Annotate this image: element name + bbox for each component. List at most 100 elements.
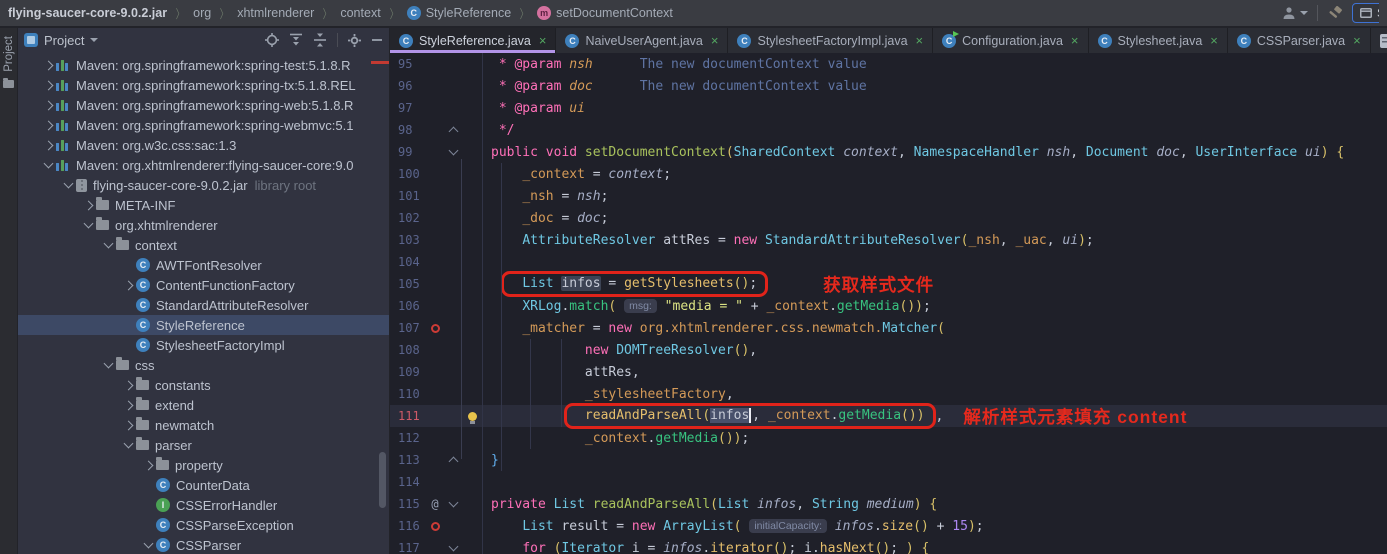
tree-item-parser[interactable]: parser [18, 435, 389, 455]
chevron-down-icon[interactable] [83, 219, 93, 229]
line-number[interactable]: 108 [390, 343, 426, 357]
line-number[interactable]: 103 [390, 233, 426, 247]
run-configuration-button[interactable]: S [1352, 3, 1379, 23]
code-line-96[interactable]: 96 * @param doc The new documentContext … [390, 75, 1387, 97]
code-line-107[interactable]: 107 _matcher = new org.xhtmlrenderer.css… [390, 317, 1387, 339]
fold-up-icon[interactable] [448, 127, 458, 137]
tree-item-standardattributeresolver[interactable]: CStandardAttributeResolver [18, 295, 389, 315]
line-number[interactable]: 101 [390, 189, 426, 203]
code-line-110[interactable]: 110 _stylesheetFactory, [390, 383, 1387, 405]
tree-item-stylereference[interactable]: CStyleReference [18, 315, 389, 335]
chevron-right-icon[interactable] [43, 80, 53, 90]
intention-bulb-icon[interactable] [468, 412, 477, 421]
chevron-down-icon[interactable] [63, 179, 73, 189]
chevron-right-icon[interactable] [123, 280, 133, 290]
line-number[interactable]: 115 [390, 497, 426, 511]
code-line-103[interactable]: 103 AttributeResolver attRes = new Stand… [390, 229, 1387, 251]
tab-xhtmlrendere[interactable]: xhtmlrendere× [1371, 28, 1387, 53]
code-line-98[interactable]: 98 */ [390, 119, 1387, 141]
code-line-113[interactable]: 113} [390, 449, 1387, 471]
breakpoint-ring-icon[interactable] [431, 324, 440, 333]
settings-gear-button[interactable] [348, 34, 361, 47]
code-line-109[interactable]: 109 attRes, [390, 361, 1387, 383]
chevron-down-icon[interactable] [123, 439, 133, 449]
chevron-down-icon[interactable] [90, 38, 98, 46]
breadcrumb-item[interactable]: context [340, 6, 380, 20]
line-number[interactable]: 95 [390, 57, 426, 71]
line-number[interactable]: 111 [390, 409, 426, 423]
tree-item-counterdata[interactable]: CCounterData [18, 475, 389, 495]
fold-up-icon[interactable] [448, 457, 458, 467]
chevron-down-icon[interactable] [43, 159, 53, 169]
chevron-right-icon[interactable] [43, 120, 53, 130]
line-number[interactable]: 100 [390, 167, 426, 181]
tree-item-maven-org-springframework-spring-web-5-1[interactable]: Maven: org.springframework:spring-web:5.… [18, 95, 389, 115]
tree-scrollbar[interactable] [379, 452, 386, 508]
tree-item-cssparseexception[interactable]: CCSSParseException [18, 515, 389, 535]
code-editor[interactable]: 95 * @param nsh The new documentContext … [390, 53, 1387, 554]
chevron-right-icon[interactable] [43, 100, 53, 110]
code-line-112[interactable]: 112 _context.getMedia()); [390, 427, 1387, 449]
project-panel-title[interactable]: Project [44, 33, 84, 48]
chevron-right-icon[interactable] [143, 460, 153, 470]
tree-item-meta-inf[interactable]: META-INF [18, 195, 389, 215]
tree-item-stylesheetfactoryimpl[interactable]: CStylesheetFactoryImpl [18, 335, 389, 355]
chevron-right-icon[interactable] [83, 200, 93, 210]
chevron-right-icon[interactable] [123, 420, 133, 430]
breadcrumb-item[interactable]: xhtmlrenderer [237, 6, 314, 20]
breadcrumb-item[interactable]: flying-saucer-core-9.0.2.jar [8, 6, 167, 20]
line-number[interactable]: 112 [390, 431, 426, 445]
code-line-104[interactable]: 104 [390, 251, 1387, 273]
code-line-100[interactable]: 100 _context = context; [390, 163, 1387, 185]
tree-item-maven-org-springframework-spring-tx-5-1-[interactable]: Maven: org.springframework:spring-tx:5.1… [18, 75, 389, 95]
tree-item-context[interactable]: context [18, 235, 389, 255]
tree-item-csserrorhandler[interactable]: ICSSErrorHandler [18, 495, 389, 515]
code-line-105[interactable]: 105 List infos = getStylesheets();获取样式文件 [390, 273, 1387, 295]
tab-close-icon[interactable]: × [916, 33, 924, 48]
code-line-101[interactable]: 101 _nsh = nsh; [390, 185, 1387, 207]
tree-item-maven-org-w3c-css-sac-1-3[interactable]: Maven: org.w3c.css:sac:1.3 [18, 135, 389, 155]
tab-stylereference-java[interactable]: CStyleReference.java× [390, 28, 556, 53]
tree-item-cssparser[interactable]: CCSSParser [18, 535, 389, 554]
collapse-all-button[interactable] [313, 33, 327, 47]
line-number[interactable]: 117 [390, 541, 426, 554]
chevron-right-icon[interactable] [123, 400, 133, 410]
line-number[interactable]: 104 [390, 255, 426, 269]
tree-item-css[interactable]: css [18, 355, 389, 375]
code-line-114[interactable]: 114 [390, 471, 1387, 493]
code-line-116[interactable]: 116 List result = new ArrayList( initial… [390, 515, 1387, 537]
fold-down-icon[interactable] [448, 542, 458, 552]
breadcrumb-item[interactable]: msetDocumentContext [537, 6, 673, 20]
tab-close-icon[interactable]: × [1210, 33, 1218, 48]
line-number[interactable]: 97 [390, 101, 426, 115]
line-number[interactable]: 113 [390, 453, 426, 467]
tree-item-awtfontresolver[interactable]: CAWTFontResolver [18, 255, 389, 275]
chevron-down-icon[interactable] [103, 239, 113, 249]
tree-item-contentfunctionfactory[interactable]: CContentFunctionFactory [18, 275, 389, 295]
tab-naiveuseragent-java[interactable]: CNaiveUserAgent.java× [556, 28, 728, 53]
user-profile-button[interactable] [1282, 6, 1308, 20]
project-toolwindow-button[interactable]: Project [3, 36, 15, 72]
code-line-108[interactable]: 108 new DOMTreeResolver(), [390, 339, 1387, 361]
expand-all-button[interactable] [289, 33, 303, 47]
line-number[interactable]: 106 [390, 299, 426, 313]
tree-item-maven-org-springframework-spring-webmvc-[interactable]: Maven: org.springframework:spring-webmvc… [18, 115, 389, 135]
code-line-102[interactable]: 102 _doc = doc; [390, 207, 1387, 229]
tab-close-icon[interactable]: × [711, 33, 719, 48]
code-line-95[interactable]: 95 * @param nsh The new documentContext … [390, 53, 1387, 75]
chevron-down-icon[interactable] [143, 539, 153, 549]
tab-stylesheetfactoryimpl-java[interactable]: CStylesheetFactoryImpl.java× [728, 28, 933, 53]
tree-item-maven-org-springframework-spring-test-5-[interactable]: Maven: org.springframework:spring-test:5… [18, 55, 389, 75]
code-line-106[interactable]: 106 XRLog.match( msg: "media = " + _cont… [390, 295, 1387, 317]
breakpoint-ring-icon[interactable] [431, 522, 440, 531]
tree-item-constants[interactable]: constants [18, 375, 389, 395]
hide-panel-button[interactable] [371, 34, 383, 46]
tree-item-newmatch[interactable]: newmatch [18, 415, 389, 435]
line-number[interactable]: 116 [390, 519, 426, 533]
tree-item-maven-org-xhtmlrenderer-flying-saucer-co[interactable]: Maven: org.xhtmlrenderer:flying-saucer-c… [18, 155, 389, 175]
code-line-117[interactable]: 117 for (Iterator i = infos.iterator(); … [390, 537, 1387, 554]
code-line-99[interactable]: 99public void setDocumentContext(SharedC… [390, 141, 1387, 163]
line-number[interactable]: 109 [390, 365, 426, 379]
tab-close-icon[interactable]: × [1353, 33, 1361, 48]
tree-item-org-xhtmlrenderer[interactable]: org.xhtmlrenderer [18, 215, 389, 235]
